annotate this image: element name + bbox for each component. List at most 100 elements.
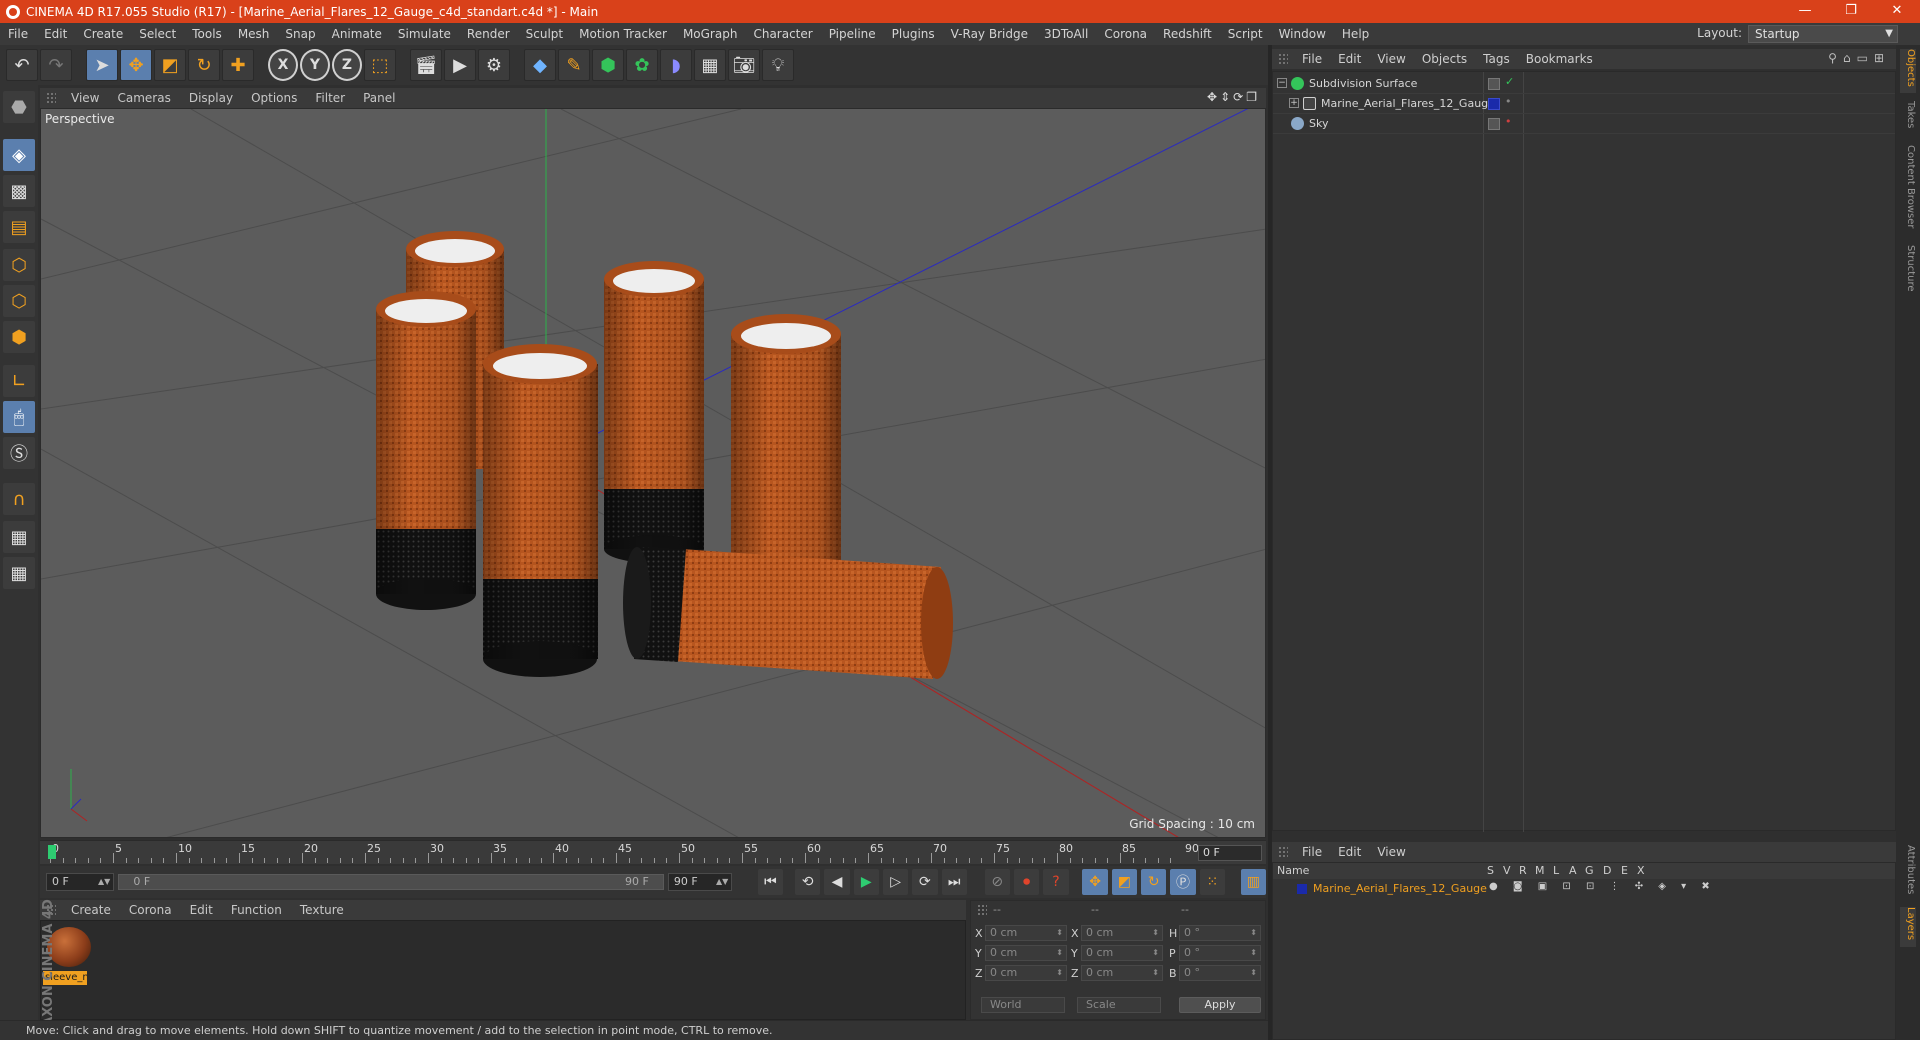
motion-record-button[interactable]: ⊘ (984, 869, 1010, 895)
x-axis-lock-button[interactable]: X (268, 49, 298, 81)
viewport-menu-cameras[interactable]: Cameras (108, 91, 179, 105)
material-menu-function[interactable]: Function (222, 903, 291, 917)
spinner-icon[interactable]: ⬍ (1250, 946, 1257, 960)
render-view-button[interactable]: 🎬︎ (410, 49, 442, 81)
menu-edit[interactable]: Edit (36, 23, 75, 45)
layer-color-box[interactable] (1488, 98, 1500, 110)
material-menu-corona[interactable]: Corona (120, 903, 181, 917)
record-position-button[interactable]: ✥ (1082, 869, 1108, 895)
start-frame-field[interactable]: 0 F ▲▼ (46, 873, 115, 891)
solo-button[interactable]: Ⓢ (3, 437, 35, 469)
transform-tool-button[interactable]: ✚ (222, 49, 254, 81)
collapse-toggle[interactable]: − (1277, 78, 1287, 88)
go-to-end-button[interactable]: ⏭ (941, 869, 967, 895)
record-point-level-button[interactable]: ⁙ (1199, 869, 1225, 895)
pos-z-field[interactable]: 0 cm ⬍ (985, 965, 1067, 981)
column-solo[interactable]: S (1487, 864, 1494, 877)
rotate-tool-button[interactable]: ↻ (188, 49, 220, 81)
timeline-ruler[interactable]: 051015202530354045505560657075808590 0 F (40, 840, 1266, 864)
rot-b-field[interactable]: 0 ° ⬍ (1179, 965, 1261, 981)
next-frame-button[interactable]: ▷ (882, 869, 909, 895)
minimize-panel-icon[interactable]: ▭ (1857, 51, 1874, 65)
column-name[interactable]: Name (1277, 864, 1309, 877)
menu-mesh[interactable]: Mesh (230, 23, 278, 45)
viewport-menu-display[interactable]: Display (180, 91, 242, 105)
tab-structure[interactable]: Structure (1900, 245, 1916, 295)
viewport-menu-panel[interactable]: Panel (354, 91, 404, 105)
menu-vray-bridge[interactable]: V-Ray Bridge (943, 23, 1036, 45)
spinner-icon[interactable]: ⬍ (1152, 946, 1159, 960)
menu-window[interactable]: Window (1271, 23, 1334, 45)
record-scale-button[interactable]: ◩ (1111, 869, 1138, 895)
tab-takes[interactable]: Takes (1900, 101, 1916, 135)
coordinate-space-dropdown[interactable]: World (981, 997, 1065, 1013)
layer-flag-icons[interactable]: ● ◙ ▣ ⊡ ⊡ ⋮ ✣ ◈ ▾ ✖ (1489, 881, 1716, 892)
column-generators[interactable]: G (1585, 864, 1594, 877)
layer-color-swatch[interactable] (1297, 884, 1307, 894)
column-xref[interactable]: X (1637, 864, 1645, 877)
layer-tag-box[interactable] (1488, 118, 1500, 130)
autokeying-button[interactable]: ? (1043, 869, 1069, 895)
timeline-window-button[interactable]: ▥ (1240, 869, 1267, 895)
points-mode-button[interactable]: ⬡ (3, 249, 35, 281)
go-to-start-button[interactable]: ⏮ (757, 869, 784, 895)
spinner-icon[interactable]: ⬍ (1056, 946, 1063, 960)
menu-script[interactable]: Script (1220, 23, 1271, 45)
layer-row[interactable]: Marine_Aerial_Flares_12_Gauge ● ◙ ▣ ⊡ ⊡ … (1273, 881, 1895, 897)
spinner-icon[interactable]: ⬍ (1152, 966, 1159, 980)
viewport-menu-filter[interactable]: Filter (306, 91, 354, 105)
expand-toggle[interactable]: + (1289, 98, 1299, 108)
texture-mode-button[interactable]: ▩ (3, 175, 35, 207)
size-z-field[interactable]: 0 cm ⬍ (1081, 965, 1163, 981)
visibility-dot-icon[interactable]: • (1505, 95, 1512, 108)
record-parameter-button[interactable]: Ⓟ (1170, 869, 1196, 895)
maximize-view-icon[interactable]: ❐ (1246, 90, 1260, 104)
redo-button[interactable]: ↷ (40, 49, 72, 81)
light-button[interactable]: 💡︎ (762, 49, 794, 81)
coordinate-system-button[interactable]: ⬚ (364, 49, 396, 81)
spinner-icon[interactable]: ▲▼ (716, 874, 728, 890)
objects-menu-tags[interactable]: Tags (1475, 52, 1518, 66)
edit-render-settings-button[interactable]: ⚙ (478, 49, 510, 81)
close-button[interactable]: ✕ (1874, 0, 1920, 23)
home-icon[interactable]: ⌂ (1843, 51, 1857, 65)
column-manager[interactable]: M (1535, 864, 1545, 877)
subdivision-surface-button[interactable]: ⬢ (592, 49, 624, 81)
rotate-view-icon[interactable]: ⟳ (1233, 90, 1246, 104)
layers-menu-edit[interactable]: Edit (1330, 845, 1369, 859)
objects-menu-view[interactable]: View (1369, 52, 1413, 66)
zoom-view-icon[interactable]: ⇕ (1220, 90, 1233, 104)
menu-help[interactable]: Help (1334, 23, 1377, 45)
edges-mode-button[interactable]: ⬡ (3, 285, 35, 317)
tab-attributes[interactable]: Attributes (1900, 845, 1916, 901)
undo-button[interactable]: ↶ (6, 49, 38, 81)
spinner-icon[interactable]: ⬍ (1250, 926, 1257, 940)
menu-render[interactable]: Render (459, 23, 518, 45)
objects-menu-objects[interactable]: Objects (1414, 52, 1475, 66)
viewport-menu-options[interactable]: Options (242, 91, 306, 105)
enabled-check-icon[interactable]: ✓ (1505, 75, 1514, 88)
z-axis-lock-button[interactable]: Z (332, 49, 362, 81)
axis-mode-button[interactable]: ∟ (3, 365, 35, 397)
object-row-sky[interactable]: Sky • (1273, 114, 1895, 134)
layers-menu-view[interactable]: View (1369, 845, 1413, 859)
layout-dropdown[interactable]: Startup ▼ (1748, 25, 1898, 43)
menu-animate[interactable]: Animate (324, 23, 390, 45)
size-x-field[interactable]: 0 cm ⬍ (1081, 925, 1163, 941)
viewport-menu-view[interactable]: View (62, 91, 108, 105)
menu-redshift[interactable]: Redshift (1155, 23, 1220, 45)
visibility-dot-icon[interactable]: • (1505, 115, 1512, 128)
menu-sculpt[interactable]: Sculpt (518, 23, 571, 45)
playhead-marker[interactable] (48, 845, 56, 859)
object-name[interactable]: Sky (1309, 117, 1328, 130)
tab-content-browser[interactable]: Content Browser (1900, 145, 1916, 235)
pos-x-field[interactable]: 0 cm ⬍ (985, 925, 1067, 941)
pen-spline-button[interactable]: ✎ (558, 49, 590, 81)
size-mode-dropdown[interactable]: Scale (1077, 997, 1161, 1013)
y-axis-lock-button[interactable]: Y (300, 49, 330, 81)
live-selection-button[interactable]: ➤ (86, 49, 118, 81)
preview-range-slider[interactable]: 0 F 90 F (118, 874, 664, 890)
menu-create[interactable]: Create (75, 23, 131, 45)
objects-menu-bookmarks[interactable]: Bookmarks (1518, 52, 1601, 66)
cube-object-button[interactable]: ◆ (524, 49, 556, 81)
